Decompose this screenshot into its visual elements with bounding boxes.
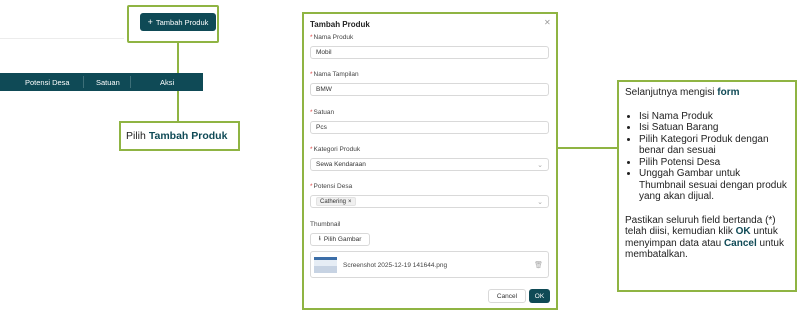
callout-left-emphasis: Tambah Produk (148, 130, 228, 142)
label-potensi: *Potensi Desa (310, 183, 353, 190)
add-product-modal: Tambah Produk ✕ *Nama Produk Mobil *Nama… (305, 16, 554, 306)
close-icon[interactable]: ✕ (544, 18, 551, 27)
callout-left-prefix: Pilih (126, 130, 146, 142)
table-header: Potensi Desa Satuan Aksi (0, 73, 203, 91)
kategori-value: Sewa Kendaraan (316, 161, 366, 168)
label-satuan: *Satuan (310, 109, 335, 116)
list-item: Isi Satuan Barang (639, 122, 789, 134)
add-product-button[interactable]: + Tambah Produk (140, 13, 216, 31)
pick-image-button[interactable]: ⭳ Pilih Gambar (310, 233, 370, 246)
list-item: Pilih Potensi Desa (639, 157, 789, 169)
callout-right-footer: Pastikan seluruh field bertanda (*) tela… (625, 214, 784, 261)
nama-tampilan-input[interactable]: BMW (310, 83, 549, 96)
kategori-select[interactable]: Sewa Kendaraan ⌄ (310, 158, 549, 171)
callout-right-intro: Selanjutnya mengisi form (625, 87, 740, 98)
upload-icon: ⭳ (318, 235, 321, 242)
tag-close-icon[interactable]: × (348, 199, 352, 205)
callout-pilih-tambah: Pilih Tambah Produk (119, 121, 240, 151)
chevron-down-icon: ⌄ (537, 162, 543, 169)
label-thumbnail: Thumbnail (310, 221, 341, 228)
column-header-potensi: Potensi Desa (25, 78, 70, 87)
trash-icon[interactable]: 🗑 (534, 261, 543, 269)
satuan-input[interactable]: Pcs (310, 121, 549, 134)
add-product-label: Tambah Produk (155, 17, 209, 27)
connector-line-horizontal (558, 147, 617, 149)
list-item: Pilih Kategori Produk dengan benar dan s… (639, 134, 789, 157)
callout-form-instructions: Selanjutnya mengisi form Isi Nama Produk… (617, 80, 797, 292)
chevron-down-icon: ⌄ (537, 199, 543, 206)
nama-produk-input[interactable]: Mobil (310, 46, 549, 59)
divider (0, 38, 124, 39)
label-nama-produk: *Nama Produk (310, 34, 354, 41)
pick-image-label: Pilih Gambar (323, 236, 362, 243)
modal-title: Tambah Produk (310, 20, 370, 29)
column-separator (130, 76, 131, 88)
file-name: Screenshot 2025-12-19 141644.png (343, 262, 448, 269)
list-item: Unggah Gambar untuk Thumbnail sesuai den… (639, 168, 789, 203)
column-header-satuan: Satuan (96, 78, 120, 87)
potensi-select[interactable]: Cathering × ⌄ (310, 195, 549, 208)
ok-button[interactable]: OK (529, 289, 550, 303)
plus-icon: + (147, 16, 153, 27)
potensi-tag: Cathering × (316, 197, 356, 206)
list-item: Isi Nama Produk (639, 111, 789, 123)
uploaded-file-item: Screenshot 2025-12-19 141644.png 🗑 (310, 251, 549, 278)
label-nama-tampilan: *Nama Tampilan (310, 71, 359, 78)
potensi-tag-label: Cathering (320, 198, 347, 205)
image-thumbnail (314, 257, 337, 273)
instruction-list: Isi Nama Produk Isi Satuan Barang Pilih … (639, 111, 789, 203)
column-separator (83, 76, 84, 88)
cancel-button[interactable]: Cancel (488, 289, 526, 303)
column-header-aksi: Aksi (160, 78, 175, 87)
label-kategori: *Kategori Produk (310, 146, 361, 153)
